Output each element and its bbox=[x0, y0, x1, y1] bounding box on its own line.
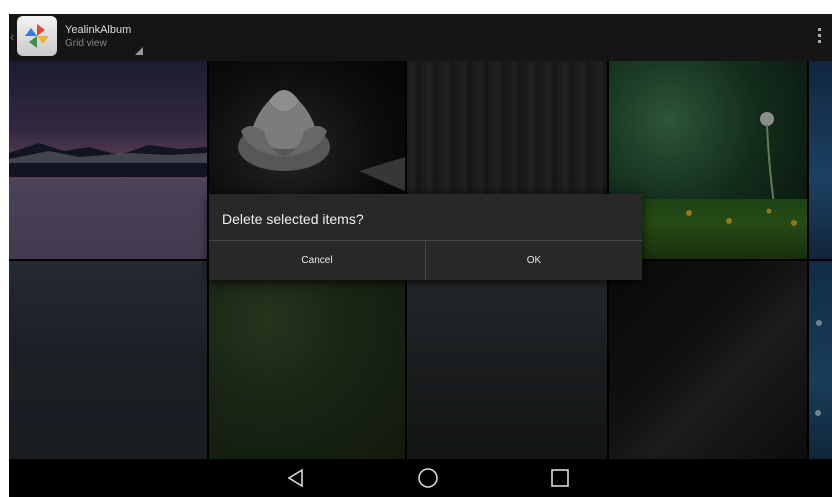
delete-confirm-dialog: Delete selected items? Cancel OK bbox=[209, 194, 642, 280]
photo-thumbnail[interactable] bbox=[9, 261, 207, 459]
home-icon[interactable] bbox=[415, 466, 441, 490]
photo-thumbnail[interactable] bbox=[809, 261, 832, 459]
photo-thumbnail[interactable] bbox=[609, 261, 807, 459]
navigation-bar bbox=[9, 459, 832, 497]
album-app-icon[interactable] bbox=[17, 16, 57, 56]
overflow-menu-icon[interactable] bbox=[818, 28, 822, 46]
cancel-button[interactable]: Cancel bbox=[209, 241, 425, 280]
action-bar: ‹ YealinkAlbum Grid view bbox=[9, 14, 832, 61]
tablet-screen: ‹ YealinkAlbum Grid view Delete selected… bbox=[9, 14, 832, 497]
photo-thumbnail[interactable] bbox=[407, 261, 607, 459]
photo-thumbnail[interactable] bbox=[209, 261, 405, 459]
app-title: YealinkAlbum bbox=[65, 24, 132, 36]
up-caret-icon[interactable]: ‹ bbox=[10, 29, 14, 44]
ok-button[interactable]: OK bbox=[426, 241, 642, 280]
photo-thumbnail[interactable] bbox=[9, 61, 207, 259]
recent-apps-icon[interactable] bbox=[547, 466, 573, 490]
dialog-message: Delete selected items? bbox=[222, 211, 364, 227]
view-mode-spinner[interactable]: Grid view bbox=[65, 38, 107, 49]
back-icon[interactable] bbox=[283, 466, 309, 490]
spinner-indicator-icon bbox=[135, 47, 143, 55]
photo-thumbnail[interactable] bbox=[809, 61, 832, 259]
